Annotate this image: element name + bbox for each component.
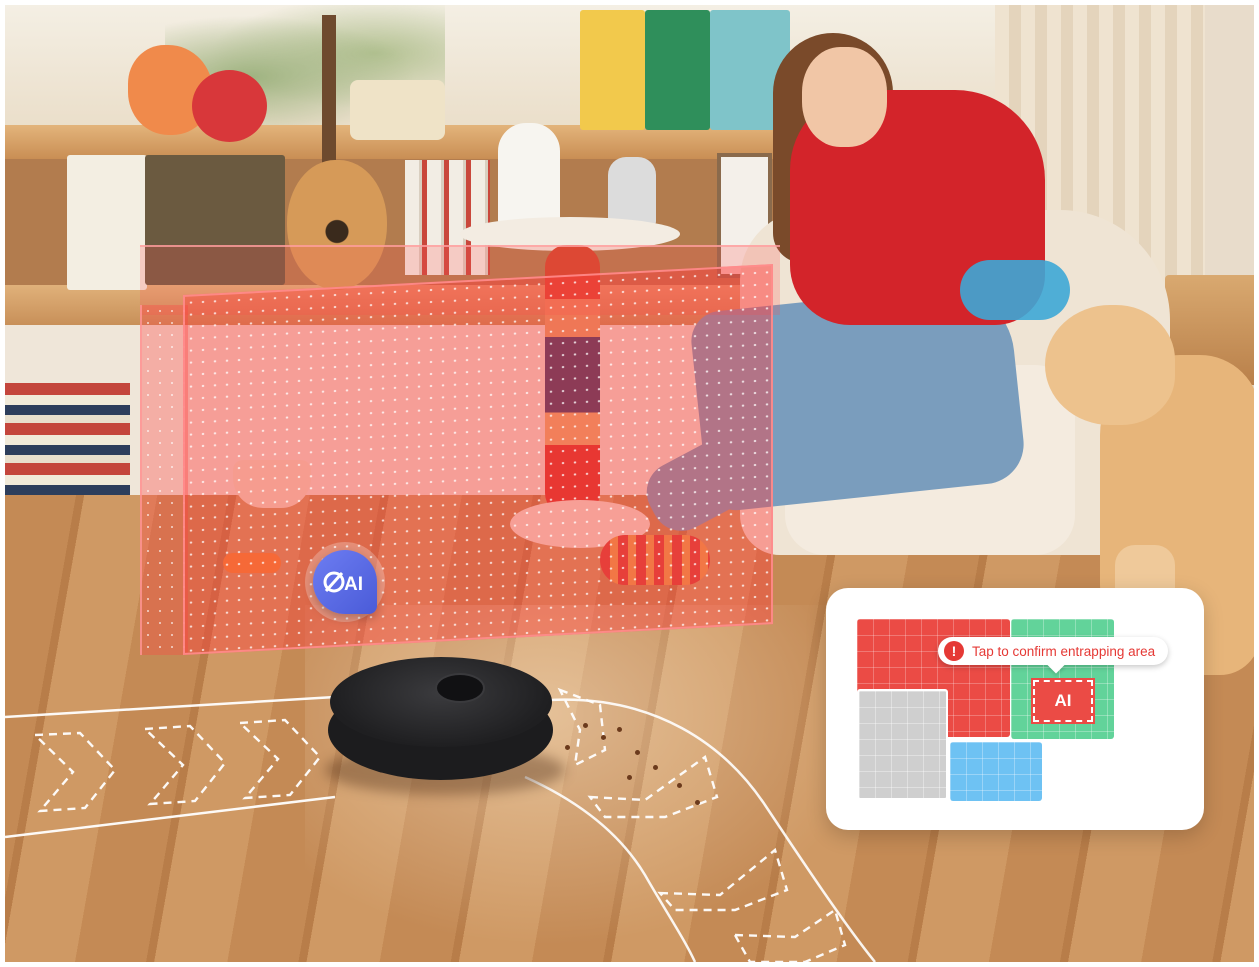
alert-icon: ! <box>944 641 964 661</box>
debris <box>627 775 632 780</box>
debris <box>601 735 606 740</box>
debris <box>653 765 658 770</box>
debris <box>565 745 570 750</box>
tooltip-text: Tap to confirm entrapping area <box>972 643 1156 659</box>
debris <box>617 727 622 732</box>
robot-top-cover <box>330 657 552 747</box>
lidar-sensor <box>435 673 485 703</box>
map-room-gray[interactable] <box>857 689 948 800</box>
confirm-entrapping-tooltip[interactable]: ! Tap to confirm entrapping area <box>938 637 1169 665</box>
debris <box>677 783 682 788</box>
map-room-blue[interactable] <box>950 742 1042 801</box>
debris <box>583 723 588 728</box>
debris <box>695 800 700 805</box>
ai-marker-label: AI <box>1054 691 1072 710</box>
ai-entrapping-area-marker[interactable]: AI <box>1031 678 1095 724</box>
debris <box>635 750 640 755</box>
